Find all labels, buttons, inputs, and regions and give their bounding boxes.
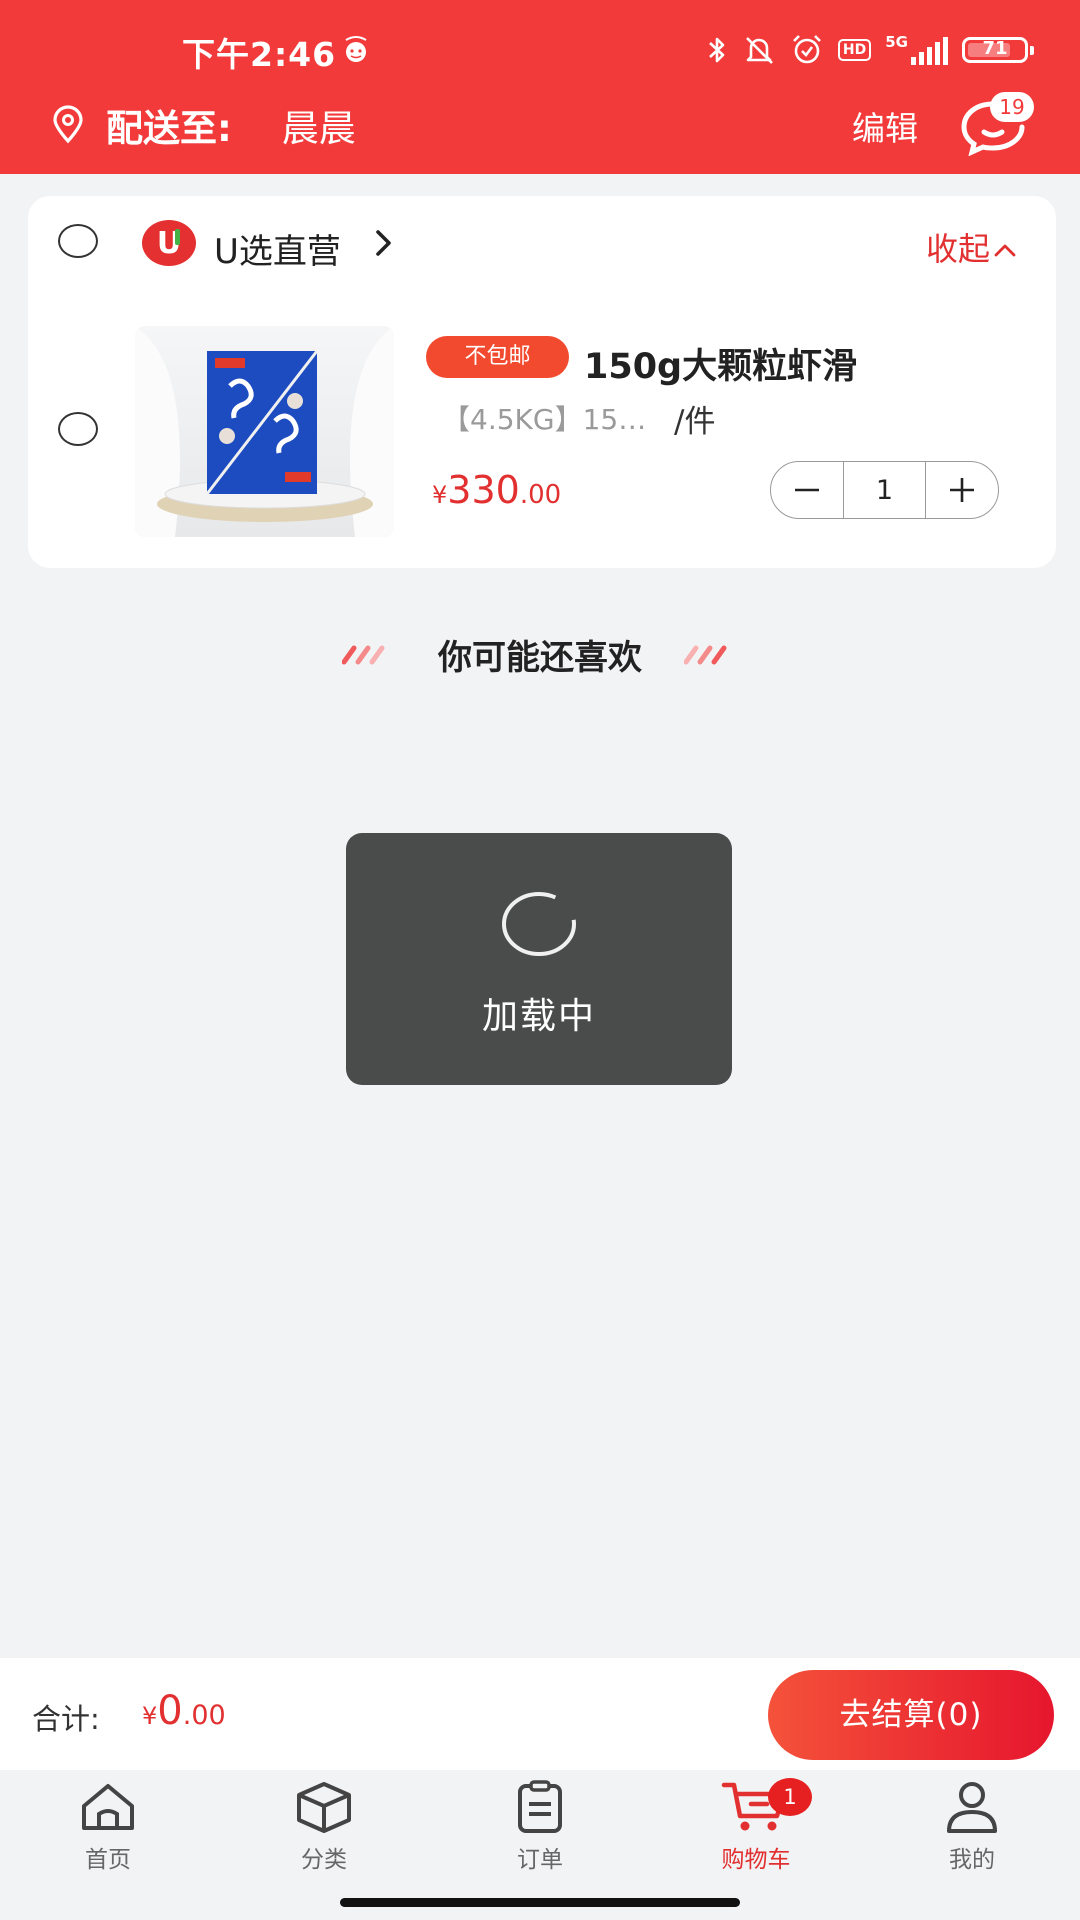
shop-name[interactable]: U选直营	[214, 224, 341, 273]
network-type: 5G	[885, 33, 908, 51]
collapse-button[interactable]: 收起	[926, 224, 1016, 270]
battery-level: 71	[982, 38, 1008, 59]
battery-icon: 71	[962, 37, 1034, 63]
box-icon	[297, 1782, 351, 1833]
product-unit: /件	[674, 404, 716, 440]
top-header: 下午2:46 HD 5G 71 配送至: 晨晨 编辑 19	[0, 0, 1080, 174]
address-label: 配送至:	[106, 107, 232, 150]
recommend-header: 你可能还喜欢	[0, 628, 1080, 678]
chevron-right-icon[interactable]	[374, 226, 394, 260]
shop-select-radio[interactable]	[58, 224, 98, 258]
loading-text: 加载中	[481, 996, 596, 1037]
checkout-button[interactable]: 去结算(0)	[768, 1670, 1054, 1760]
message-badge: 19	[990, 92, 1034, 122]
weather-emoji-icon	[345, 36, 367, 62]
no-free-shipping-tag: 不包邮	[426, 336, 569, 378]
tab-category[interactable]: 分类	[254, 1780, 394, 1874]
product-price: ¥330.00	[432, 468, 561, 512]
tab-category-label: 分类	[301, 1847, 347, 1873]
price-currency: ¥	[432, 481, 448, 509]
decrease-button[interactable]	[771, 462, 843, 518]
loading-spinner-icon	[502, 892, 576, 956]
item-select-radio[interactable]	[58, 412, 98, 446]
quantity-stepper: 1	[770, 461, 999, 519]
checkout-bar: 合计: ¥0.00 去结算(0)	[0, 1658, 1080, 1770]
bluetooth-icon	[709, 37, 725, 63]
total-currency: ¥	[142, 1702, 158, 1730]
tab-orders[interactable]: 订单	[470, 1780, 610, 1874]
tab-profile-label: 我的	[949, 1847, 995, 1873]
mute-bell-icon	[745, 37, 773, 64]
alarm-icon	[792, 35, 821, 64]
tab-home[interactable]: 首页	[38, 1780, 178, 1874]
total-price: ¥0.00	[142, 1688, 226, 1734]
total-integer: 0	[157, 1688, 183, 1734]
price-decimal: .00	[519, 480, 562, 510]
shrimp-package-illustration	[135, 326, 394, 537]
collapse-label: 收起	[926, 230, 991, 268]
total-decimal: .00	[182, 1700, 226, 1731]
decorative-slash-right-icon	[684, 645, 727, 665]
tab-cart-label: 购物车	[721, 1847, 791, 1873]
user-icon	[947, 1782, 997, 1833]
total-label: 合计:	[32, 1702, 100, 1736]
delivery-address[interactable]: 配送至: 晨晨	[48, 100, 356, 150]
price-integer: 330	[447, 468, 520, 512]
clipboard-icon	[518, 1780, 562, 1833]
product-title[interactable]: 150g大颗粒虾滑	[584, 338, 857, 389]
status-time: 下午2:46	[182, 35, 337, 74]
shop-logo: U	[142, 220, 196, 266]
shop-card: U U选直营 收起 不包邮 150g大颗粒虾滑 【4.5KG】15… /件 ¥3…	[28, 196, 1056, 568]
loading-toast: 加载中	[346, 833, 732, 1085]
tab-profile[interactable]: 我的	[902, 1780, 1042, 1874]
address-name: 晨晨	[281, 107, 356, 150]
home-icon	[82, 1784, 134, 1830]
signal-icon: 5G	[885, 35, 948, 65]
quantity-value[interactable]: 1	[843, 462, 926, 518]
home-indicator[interactable]	[340, 1898, 740, 1907]
chevron-up-icon	[994, 244, 1016, 257]
recommend-title: 你可能还喜欢	[438, 638, 642, 678]
cart-count-badge: 1	[768, 1778, 812, 1816]
minus-icon	[795, 488, 819, 492]
tab-orders-label: 订单	[517, 1847, 563, 1873]
edit-button[interactable]: 编辑	[852, 102, 918, 150]
plus-icon	[950, 478, 974, 502]
status-icons: HD 5G 71	[706, 30, 1034, 70]
product-spec[interactable]: 【4.5KG】15…	[442, 398, 646, 438]
location-pin-icon	[53, 105, 83, 144]
increase-button[interactable]	[926, 462, 998, 518]
product-image[interactable]	[135, 326, 394, 537]
hd-icon: HD	[837, 39, 872, 61]
tab-home-label: 首页	[85, 1847, 131, 1873]
